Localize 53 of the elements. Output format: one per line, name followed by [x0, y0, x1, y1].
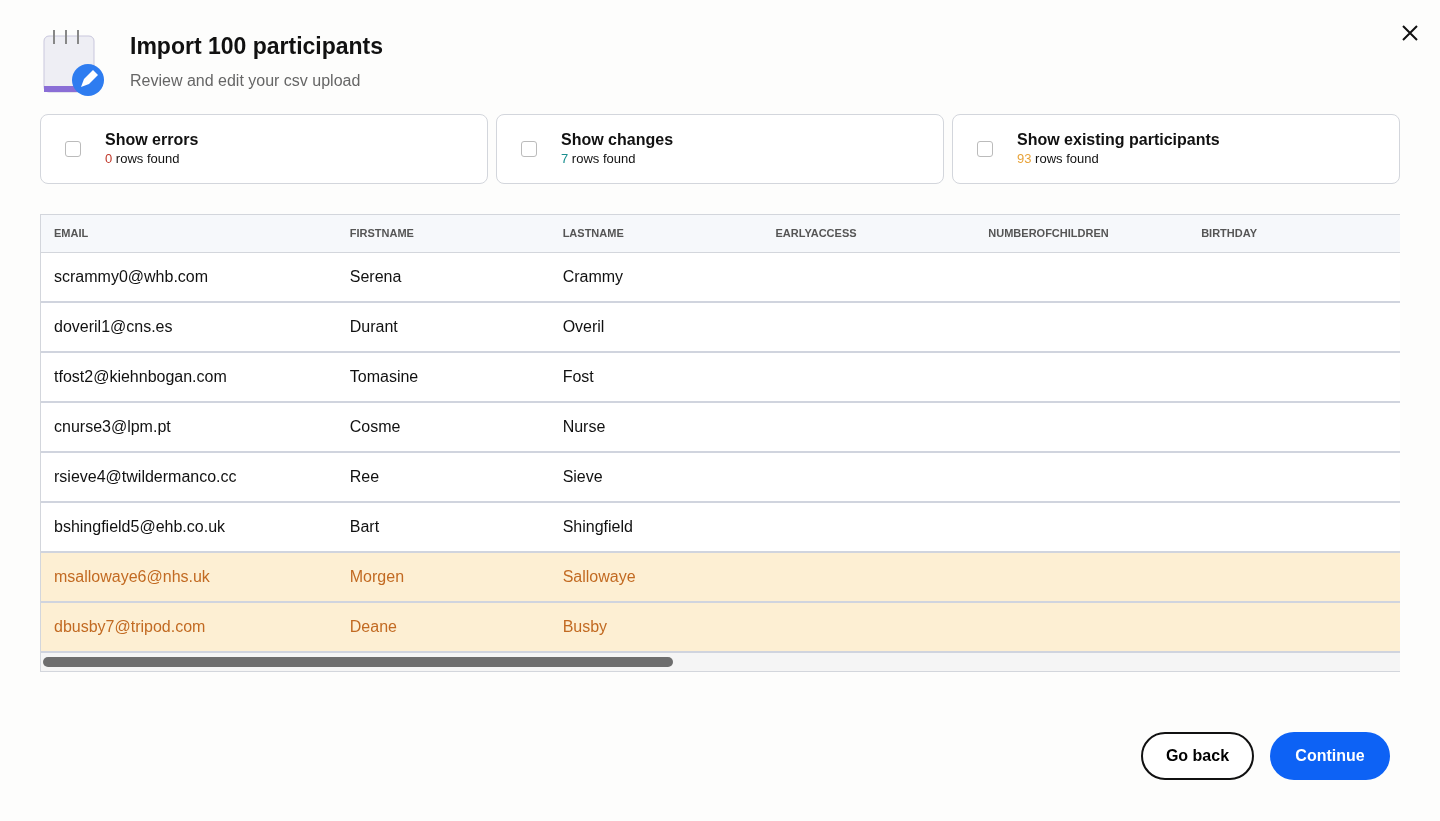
table-cell-text: bshingfield5@ehb.co.uk	[53, 517, 227, 537]
table-cell-text: tfost2@kiehnbogan.com	[53, 367, 228, 387]
table-cell-text: Overil	[561, 317, 606, 337]
table-cell-text: rsieve4@twildermanco.cc	[53, 467, 238, 487]
table-cell-text: dbusby7@tripod.com	[53, 617, 207, 637]
checkbox[interactable]	[977, 141, 993, 157]
table-cell-text: Crammy	[561, 267, 625, 287]
go-back-button[interactable]: Go back	[1141, 732, 1254, 780]
filter-card[interactable]: Show changes 7 rows found	[496, 114, 944, 184]
row-count: 0	[105, 150, 113, 166]
filter-card[interactable]: Show existing participants 93 rows found	[952, 114, 1400, 184]
table-cell-text: cnurse3@lpm.pt	[53, 417, 172, 437]
table-cell-text: Sieve	[561, 467, 604, 487]
table-cell-text: doveril1@cns.es	[53, 317, 174, 337]
row-count: 7	[561, 150, 569, 166]
count-label: rows found	[570, 150, 636, 166]
table-cell-text: Ree	[348, 467, 381, 487]
count-label: rows found	[1034, 150, 1099, 166]
table-cell-text: Shingfield	[561, 517, 634, 537]
column-header: EARLYACCESS	[762, 215, 976, 253]
column-header: LASTNAME	[549, 215, 763, 253]
table-cell-text: Nurse	[561, 417, 607, 437]
table-cell-text: Serena	[348, 267, 403, 287]
table-cell-text: Deane	[348, 617, 398, 637]
notepad-pencil-icon	[40, 28, 106, 98]
table-cell-text: Durant	[348, 317, 399, 337]
column-header: FIRSTNAME	[336, 215, 550, 253]
filter-card[interactable]: Show errors 0 rows found	[40, 114, 488, 184]
table-cell-text: msallowaye6@nhs.uk	[53, 567, 211, 587]
table-cell-text: Busby	[561, 617, 609, 637]
filter-label: Show errors	[105, 129, 199, 149]
continue-button[interactable]: Continue	[1270, 732, 1390, 780]
dialog-subtitle: Review and edit your csv upload	[130, 70, 362, 91]
column-header: EMAIL	[41, 215, 337, 253]
checkbox[interactable]	[521, 141, 537, 157]
filter-label: Show changes	[561, 129, 674, 149]
table-cell-text: Bart	[348, 517, 381, 537]
table-cell-text: Cosme	[348, 417, 402, 437]
column-header: NUMBEROFCHILDREN	[975, 215, 1189, 253]
horizontal-scrollbar[interactable]	[41, 653, 1400, 671]
dialog-title: Import 100 participants	[130, 33, 384, 61]
scrollbar-thumb[interactable]	[43, 657, 673, 667]
column-header: BIRTHDAY	[1188, 215, 1400, 253]
row-count: 93	[1017, 150, 1032, 166]
filter-label: Show existing participants	[1017, 129, 1220, 149]
checkbox[interactable]	[65, 141, 81, 157]
close-icon	[1400, 22, 1420, 43]
table-cell-text: Fost	[561, 367, 595, 387]
table-cell-text: Tomasine	[348, 367, 420, 387]
count-label: rows found	[114, 150, 180, 166]
table-cell-text: Morgen	[348, 567, 406, 587]
table-cell-text: Sallowaye	[561, 567, 637, 587]
table-cell-text: scrammy0@whb.com	[53, 267, 210, 287]
